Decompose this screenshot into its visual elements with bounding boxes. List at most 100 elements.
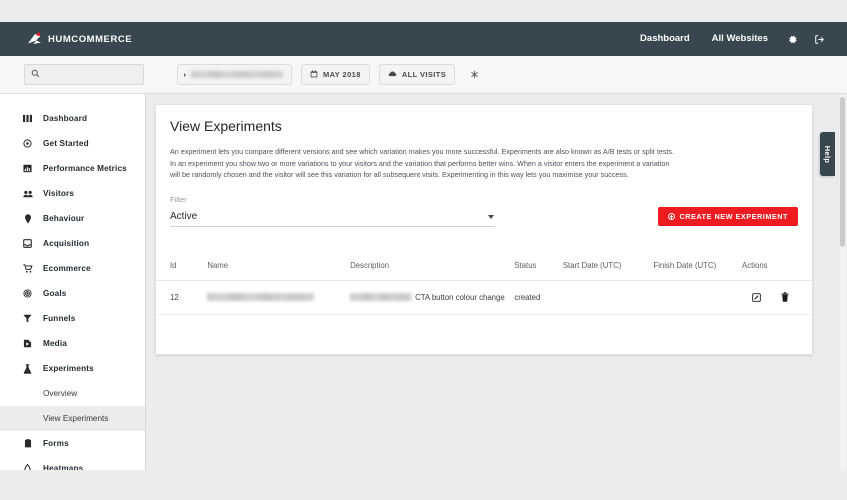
page-scrollbar-thumb[interactable]: [840, 97, 845, 247]
app-window: HUMCOMMERCE Dashboard All Websites MAY 2…: [0, 0, 847, 500]
experiment-name-redacted: [207, 293, 315, 302]
plus-circle-icon: [667, 212, 675, 220]
segment-label: ALL VISITS: [401, 70, 447, 79]
cart-icon: [22, 264, 33, 273]
sidebar-item-visitors[interactable]: Visitors: [0, 181, 145, 206]
bars-icon: [22, 164, 33, 173]
date-range-button[interactable]: MAY 2018: [301, 64, 370, 85]
brand-logo[interactable]: HUMCOMMERCE: [26, 31, 132, 47]
flask-icon: [22, 363, 33, 374]
sidebar-label: Dashboard: [43, 114, 88, 123]
segment-icon: [388, 70, 397, 80]
sidebar-navigation: Dashboard Get Started Performance Metric…: [0, 94, 146, 470]
edit-icon[interactable]: [752, 292, 761, 302]
sidebar-label: Performance Metrics: [43, 164, 127, 173]
filter-selected-value: Active: [170, 211, 198, 223]
search-icon: [31, 69, 40, 80]
sidebar-item-funnels[interactable]: Funnels: [0, 306, 145, 331]
help-tab[interactable]: Help: [820, 132, 835, 176]
sidebar-label: Behaviour: [43, 214, 85, 223]
cell-status: created: [514, 292, 541, 302]
experiments-table: Id Name Description Status Start Date (U…: [156, 251, 812, 315]
topnav-dashboard[interactable]: Dashboard: [629, 22, 701, 56]
cell-name: [207, 293, 350, 302]
date-range-label: MAY 2018: [323, 70, 361, 79]
table-row[interactable]: 12 CTA button colour change created: [156, 281, 812, 315]
topnav-all-websites[interactable]: All Websites: [701, 22, 779, 56]
sidebar-item-experiments[interactable]: Experiments: [0, 356, 145, 381]
sidebar-sublabel: Overview: [43, 389, 78, 398]
logout-icon[interactable]: [806, 22, 847, 56]
sidebar-label: Forms: [43, 439, 69, 448]
cell-description: CTA button colour change: [350, 293, 514, 302]
page-description: An experiment lets you compare different…: [170, 147, 675, 180]
asterisk-icon[interactable]: [464, 64, 484, 85]
sidebar-subitem-view-experiments[interactable]: View Experiments: [0, 406, 145, 431]
sidebar-item-performance-metrics[interactable]: Performance Metrics: [0, 156, 145, 181]
sidebar-label: Acquisition: [43, 239, 90, 248]
trash-icon[interactable]: [781, 292, 789, 302]
sidebar-label: Ecommerce: [43, 264, 91, 273]
sidebar-label: Funnels: [43, 314, 76, 323]
sidebar-label: Get Started: [43, 139, 89, 148]
cell-id: 12: [170, 292, 179, 302]
sidebar-item-heatmaps[interactable]: Heatmaps: [0, 456, 145, 470]
sidebar-subitem-overview[interactable]: Overview: [0, 381, 145, 406]
filter-toolbar: MAY 2018 ALL VISITS: [0, 56, 847, 94]
help-tab-label: Help: [823, 145, 833, 163]
users-icon: [22, 190, 33, 198]
sidebar-label: Visitors: [43, 189, 75, 198]
bullseye-icon: [22, 289, 33, 298]
gear-icon[interactable]: [779, 22, 806, 56]
sidebar-item-get-started[interactable]: Get Started: [0, 131, 145, 156]
page-background-bottom: [0, 470, 847, 500]
funnel-icon: [22, 314, 33, 323]
chevron-down-icon: [488, 214, 494, 219]
sidebar-label: Goals: [43, 289, 67, 298]
table-header-row: Id Name Description Status Start Date (U…: [156, 251, 812, 281]
create-new-experiment-button[interactable]: CREATE NEW EXPERIMENT: [657, 206, 798, 226]
pin-icon: [22, 213, 33, 224]
column-header-id: Id: [170, 260, 177, 270]
column-header-start-date: Start Date (UTC): [562, 260, 622, 270]
filter-select[interactable]: Active: [170, 208, 495, 227]
description-text: CTA button colour change: [415, 292, 505, 302]
column-header-status: Status: [514, 260, 537, 270]
inbox-icon: [22, 239, 33, 248]
view-experiments-card: View Experiments An experiment lets you …: [155, 104, 813, 355]
cell-actions: [742, 292, 798, 302]
caret-right-icon: [184, 72, 186, 77]
segment-button[interactable]: ALL VISITS: [378, 64, 456, 85]
sidebar-item-acquisition[interactable]: Acquisition: [0, 231, 145, 256]
column-header-finish-date: Finish Date (UTC): [653, 260, 717, 270]
page-title: View Experiments: [170, 118, 282, 134]
search-input[interactable]: [44, 69, 137, 80]
sidebar-label: Media: [43, 339, 67, 348]
filter-row: Filter Active CREATE NEW EXPERIMENT: [156, 195, 812, 227]
filter-label: Filter: [170, 194, 187, 204]
description-prefix-redacted: [350, 293, 413, 302]
sidebar-label: Experiments: [43, 364, 94, 373]
filter-group: Filter Active: [170, 195, 495, 227]
column-header-description: Description: [350, 260, 390, 270]
sidebar-item-media[interactable]: Media: [0, 331, 145, 356]
calendar-icon: [310, 69, 318, 80]
top-navigation: Dashboard All Websites: [629, 22, 847, 56]
target-icon: [22, 139, 33, 148]
top-header-bar: HUMCOMMERCE Dashboard All Websites: [0, 22, 847, 56]
sidebar-sublabel: View Experiments: [43, 414, 109, 423]
sidebar-item-goals[interactable]: Goals: [0, 281, 145, 306]
sidebar-item-ecommerce[interactable]: Ecommerce: [0, 256, 145, 281]
search-box[interactable]: [24, 64, 144, 85]
site-selector[interactable]: [177, 64, 292, 85]
sidebar-item-behaviour[interactable]: Behaviour: [0, 206, 145, 231]
site-name-redacted: [191, 71, 283, 78]
column-header-name: Name: [207, 260, 229, 270]
brand-name: HUMCOMMERCE: [48, 33, 133, 45]
media-icon: [22, 339, 33, 348]
form-icon: [22, 439, 33, 448]
sidebar-item-dashboard[interactable]: Dashboard: [0, 106, 145, 131]
column-header-actions: Actions: [742, 260, 768, 270]
sidebar-item-forms[interactable]: Forms: [0, 431, 145, 456]
grid-icon: [22, 114, 33, 123]
